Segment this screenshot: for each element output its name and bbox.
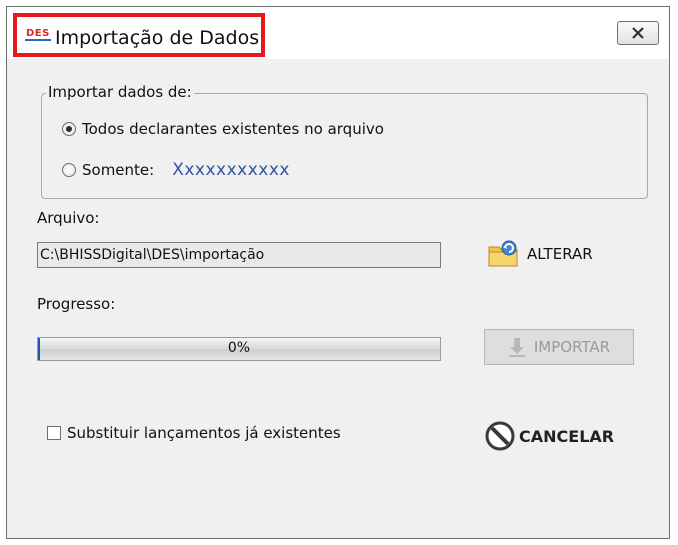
replace-entries-option[interactable]: Substituir lançamentos já existentes xyxy=(47,424,341,442)
alterar-button[interactable]: ALTERAR xyxy=(487,239,593,269)
radio-all-declarants[interactable]: Todos declarantes existentes no arquivo xyxy=(62,120,384,138)
folder-refresh-icon xyxy=(488,240,518,267)
importar-label: IMPORTAR xyxy=(533,338,611,356)
file-label: Arquivo: xyxy=(37,209,100,227)
import-progress-bar: 0% xyxy=(37,337,441,361)
cancelar-label: CANCELAR xyxy=(519,426,615,446)
only-declarant-value: Xxxxxxxxxxx xyxy=(172,160,290,180)
alterar-label: ALTERAR xyxy=(527,245,593,263)
radio-only-label: Somente: xyxy=(82,161,155,179)
cancelar-button[interactable]: CANCELAR xyxy=(485,421,614,451)
radio-button-all[interactable] xyxy=(62,122,76,136)
dialog-client-area: Importar dados de: Todos declarantes exi… xyxy=(7,59,669,538)
group-legend: Importar dados de: xyxy=(46,83,194,101)
importar-button[interactable]: IMPORTAR xyxy=(484,329,634,365)
title-bar: DES Importação de Dados xyxy=(7,7,669,59)
radio-all-label: Todos declarantes existentes no arquivo xyxy=(82,120,384,138)
progress-percent: 0% xyxy=(227,340,251,356)
radio-only[interactable]: Somente: Xxxxxxxxxxx xyxy=(62,160,290,180)
import-source-group: Importar dados de: Todos declarantes exi… xyxy=(41,83,648,199)
replace-entries-label: Substituir lançamentos já existentes xyxy=(67,424,341,442)
radio-button-only[interactable] xyxy=(62,163,76,177)
download-arrow-icon xyxy=(508,338,525,357)
window-title: Importação de Dados xyxy=(55,27,260,49)
prohibited-icon xyxy=(485,421,515,451)
progress-label: Progresso: xyxy=(37,295,116,313)
des-app-icon: DES xyxy=(25,28,51,41)
file-path-field[interactable]: C:\BHISSDigital\DES\importação xyxy=(37,242,441,268)
close-icon xyxy=(632,27,644,39)
import-dialog: DES Importação de Dados Importar dados d… xyxy=(6,6,670,539)
close-button[interactable] xyxy=(617,21,659,45)
replace-entries-checkbox[interactable] xyxy=(47,426,61,440)
